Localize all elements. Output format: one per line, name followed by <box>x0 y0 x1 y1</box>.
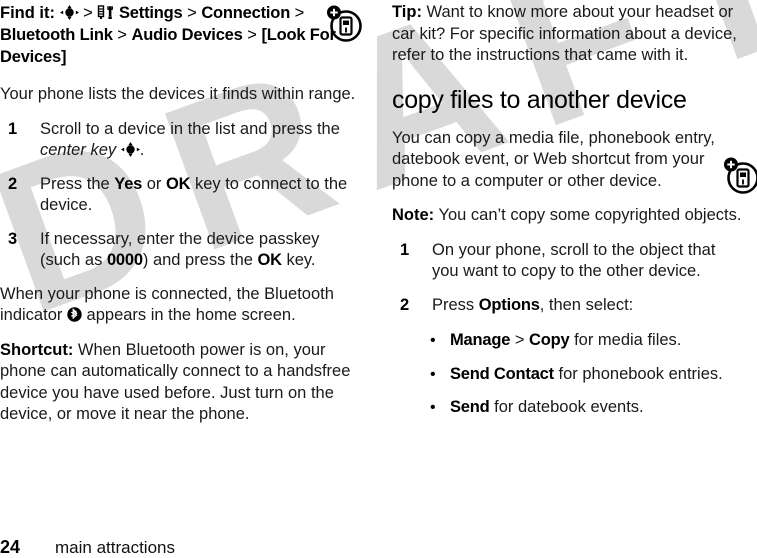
copy-options-list: • Manage > Copy for media files. • Send … <box>392 330 744 419</box>
tip-text: Want to know more about your headset or … <box>392 3 737 64</box>
note-label: Note: <box>392 206 434 224</box>
step-text-middle: or <box>142 175 166 193</box>
copy-steps: 1 On your phone, scroll to the object th… <box>392 240 744 317</box>
bullet-ui-term-manage: Manage <box>450 331 510 349</box>
step-number: 1 <box>400 240 409 262</box>
page-section-heading: copy files to another device <box>392 85 744 115</box>
step-ui-term-passkey: 0000 <box>107 251 143 269</box>
step-italic-term: center key <box>40 141 116 159</box>
left-column: Find it: > <box>0 0 362 439</box>
page-number: 24 <box>0 537 20 557</box>
center-key-icon <box>121 142 140 157</box>
footer-chapter-title: main attractions <box>55 538 175 558</box>
step-text-before: Press <box>432 296 479 314</box>
phone-transfer-icon <box>722 156 757 201</box>
settings-tools-icon <box>97 5 114 20</box>
bullet-text: for phonebook entries. <box>554 365 723 383</box>
bullet-dot-icon: • <box>430 397 436 419</box>
find-it-connection: Connection <box>201 4 290 22</box>
list-item: • Send Contact for phonebook entries. <box>392 364 744 386</box>
bluetooth-steps: 1 Scroll to a device in the list and pre… <box>0 119 362 272</box>
bullet-text: for datebook events. <box>490 398 644 416</box>
step-text-after: . <box>140 141 145 159</box>
step-text-before: Press the <box>40 175 114 193</box>
step-number: 2 <box>8 174 17 196</box>
step-text-before: Scroll to a device in the list and press… <box>40 120 340 138</box>
bluetooth-indicator-icon <box>67 307 82 322</box>
center-key-icon <box>60 5 79 20</box>
bullet-ui-term-send-contact: Send Contact <box>450 365 554 383</box>
path-separator-5: > <box>247 26 257 44</box>
note-text: You can’t copy some copyrighted objects. <box>434 206 741 224</box>
list-item: • Send for datebook events. <box>392 397 744 419</box>
bullet-dot-icon: • <box>430 330 436 352</box>
step-number: 3 <box>8 229 17 251</box>
copy-body-paragraph: You can copy a media file, phonebook ent… <box>392 128 744 193</box>
manual-page: Find it: > <box>0 0 757 547</box>
step-text-middle: ) and press the <box>143 251 258 269</box>
step-ui-term-yes: Yes <box>114 175 142 193</box>
find-it-label: Find it: <box>0 4 55 22</box>
connected-paragraph: When your phone is connected, the Blueto… <box>0 284 362 327</box>
find-it-bluetooth-link: Bluetooth Link <box>0 26 113 44</box>
step-number: 2 <box>400 295 409 317</box>
right-column: Tip: Want to know more about your headse… <box>392 0 744 431</box>
note-paragraph: Note: You can’t copy some copyrighted ob… <box>392 205 744 227</box>
step-item: 2 Press Options, then select: <box>392 295 744 317</box>
find-it-settings: Settings <box>119 4 183 22</box>
step-item: 2 Press the Yes or OK key to connect to … <box>0 174 362 217</box>
step-text: On your phone, scroll to the object that… <box>432 241 715 281</box>
step-item: 1 On your phone, scroll to the object th… <box>392 240 744 283</box>
path-separator-4: > <box>117 26 127 44</box>
bullet-ui-term-copy: Copy <box>529 331 569 349</box>
path-separator-3: > <box>295 4 305 22</box>
tip-paragraph: Tip: Want to know more about your headse… <box>392 2 744 67</box>
tip-label: Tip: <box>392 3 422 21</box>
step-ui-term-ok: OK <box>166 175 190 193</box>
step-item: 1 Scroll to a device in the list and pre… <box>0 119 362 162</box>
bullet-ui-term-send: Send <box>450 398 490 416</box>
shortcut-label: Shortcut: <box>0 341 73 359</box>
intro-paragraph: Your phone lists the devices it finds wi… <box>0 84 362 106</box>
step-text-after: , then select: <box>540 296 634 314</box>
step-item: 3 If necessary, enter the device passkey… <box>0 229 362 272</box>
find-it-path: Find it: > <box>0 0 362 68</box>
shortcut-paragraph: Shortcut: When Bluetooth power is on, yo… <box>0 340 362 426</box>
step-ui-term-ok: OK <box>258 251 282 269</box>
bullet-dot-icon: • <box>430 364 436 386</box>
find-it-audio-devices: Audio Devices <box>132 26 243 44</box>
step-number: 1 <box>8 119 17 141</box>
list-item: • Manage > Copy for media files. <box>392 330 744 352</box>
step-ui-term-options: Options <box>479 296 540 314</box>
path-separator-1: > <box>83 4 93 22</box>
bullet-text: for media files. <box>570 331 682 349</box>
path-separator-2: > <box>187 4 197 22</box>
phone-transfer-icon <box>325 4 363 49</box>
connected-text-after: appears in the home screen. <box>82 306 296 324</box>
bullet-separator: > <box>510 331 529 349</box>
step-text-after: key. <box>282 251 316 269</box>
